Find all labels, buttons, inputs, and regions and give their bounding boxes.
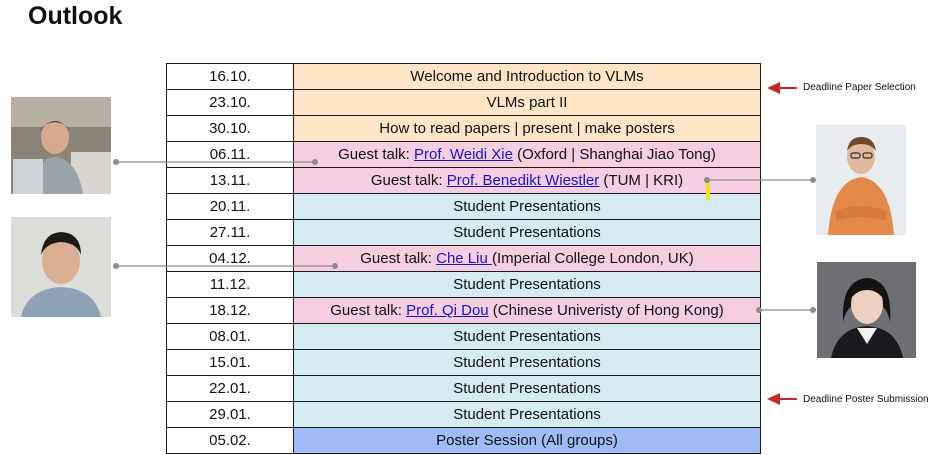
- guest-talk-prefix: Guest talk:: [330, 302, 407, 319]
- session-date: 30.10.: [166, 115, 294, 142]
- table-row: 08.01. Student Presentations: [166, 323, 761, 350]
- session-topic: Poster Session (All groups): [293, 427, 761, 454]
- session-topic: Student Presentations: [293, 375, 761, 402]
- connector-dot: [113, 263, 119, 269]
- guest-talk-affiliation: (Oxford | Shanghai Jiao Tong): [512, 146, 716, 163]
- speaker-photo-benedikt-wiestler: [816, 125, 906, 235]
- guest-talk-prefix: Guest talk:: [370, 172, 447, 189]
- session-date: 13.11.: [166, 167, 294, 194]
- guest-talk-cell: Guest talk: Prof. Benedikt Wiestler (TUM…: [293, 167, 761, 194]
- speaker-photo-che-liu: [11, 217, 111, 317]
- table-row: 06.11. Guest talk: Prof. Weidi Xie (Oxfo…: [166, 141, 761, 168]
- table-row: 20.11. Student Presentations: [166, 193, 761, 220]
- session-topic: Student Presentations: [293, 401, 761, 428]
- connector-dot: [113, 159, 119, 165]
- session-topic: Student Presentations: [293, 193, 761, 220]
- session-date: 05.02.: [166, 427, 294, 454]
- table-row: 30.10. How to read papers | present | ma…: [166, 115, 761, 142]
- table-row: 18.12. Guest talk: Prof. Qi Dou (Chinese…: [166, 297, 761, 324]
- session-topic: Student Presentations: [293, 271, 761, 298]
- table-row: 11.12. Student Presentations: [166, 271, 761, 298]
- session-date: 27.11.: [166, 219, 294, 246]
- highlight-marker: [706, 182, 710, 200]
- deadline-poster-label: Deadline Poster Submission: [803, 394, 929, 405]
- session-date: 16.10.: [166, 63, 294, 90]
- session-date: 04.12.: [166, 245, 294, 272]
- session-topic: How to read papers | present | make post…: [293, 115, 761, 142]
- table-row: 05.02. Poster Session (All groups): [166, 427, 761, 454]
- session-topic: VLMs part II: [293, 89, 761, 116]
- guest-talk-affiliation: (Imperial College London, UK): [491, 250, 694, 267]
- arrow-deadline-paper: [767, 82, 797, 94]
- deadline-paper-label: Deadline Paper Selection: [803, 82, 916, 93]
- session-topic: Welcome and Introduction to VLMs: [293, 63, 761, 90]
- speaker-photo-weidi-xie: [11, 97, 111, 194]
- session-topic: Student Presentations: [293, 323, 761, 350]
- speaker-link-benedikt-wiestler[interactable]: Prof. Benedikt Wiestler: [447, 172, 600, 189]
- guest-talk-cell: Guest talk: Che Liu (Imperial College Lo…: [293, 245, 761, 272]
- guest-talk-prefix: Guest talk:: [360, 250, 437, 267]
- session-topic: Student Presentations: [293, 219, 761, 246]
- schedule-table: 16.10. Welcome and Introduction to VLMs …: [166, 63, 761, 454]
- session-date: 08.01.: [166, 323, 294, 350]
- connector-dot: [810, 307, 816, 313]
- session-date: 18.12.: [166, 297, 294, 324]
- speaker-link-weidi-xie[interactable]: Prof. Weidi Xie: [414, 146, 513, 163]
- guest-talk-affiliation: (TUM | KRI): [599, 172, 684, 189]
- session-date: 29.01.: [166, 401, 294, 428]
- session-date: 22.01.: [166, 375, 294, 402]
- guest-talk-cell: Guest talk: Prof. Qi Dou (Chinese Univer…: [293, 297, 761, 324]
- speaker-photo-qi-dou: [817, 262, 916, 358]
- speaker-link-che-liu[interactable]: Che Liu: [436, 250, 492, 267]
- table-row: 04.12. Guest talk: Che Liu (Imperial Col…: [166, 245, 761, 272]
- guest-talk-prefix: Guest talk:: [338, 146, 415, 163]
- table-row: 29.01. Student Presentations: [166, 401, 761, 428]
- table-row: 22.01. Student Presentations: [166, 375, 761, 402]
- table-row: 13.11. Guest talk: Prof. Benedikt Wiestl…: [166, 167, 761, 194]
- table-row: 16.10. Welcome and Introduction to VLMs: [166, 63, 761, 90]
- session-date: 15.01.: [166, 349, 294, 376]
- speaker-link-qi-dou[interactable]: Prof. Qi Dou: [406, 302, 489, 319]
- session-date: 06.11.: [166, 141, 294, 168]
- session-topic: Student Presentations: [293, 349, 761, 376]
- slide-title: Outlook: [28, 2, 123, 30]
- guest-talk-affiliation: (Chinese Univeristy of Hong Kong): [488, 302, 724, 319]
- session-date: 23.10.: [166, 89, 294, 116]
- guest-talk-cell: Guest talk: Prof. Weidi Xie (Oxford | Sh…: [293, 141, 761, 168]
- table-row: 23.10. VLMs part II: [166, 89, 761, 116]
- arrow-deadline-poster: [767, 393, 797, 405]
- session-date: 11.12.: [166, 271, 294, 298]
- table-row: 27.11. Student Presentations: [166, 219, 761, 246]
- session-date: 20.11.: [166, 193, 294, 220]
- table-row: 15.01. Student Presentations: [166, 349, 761, 376]
